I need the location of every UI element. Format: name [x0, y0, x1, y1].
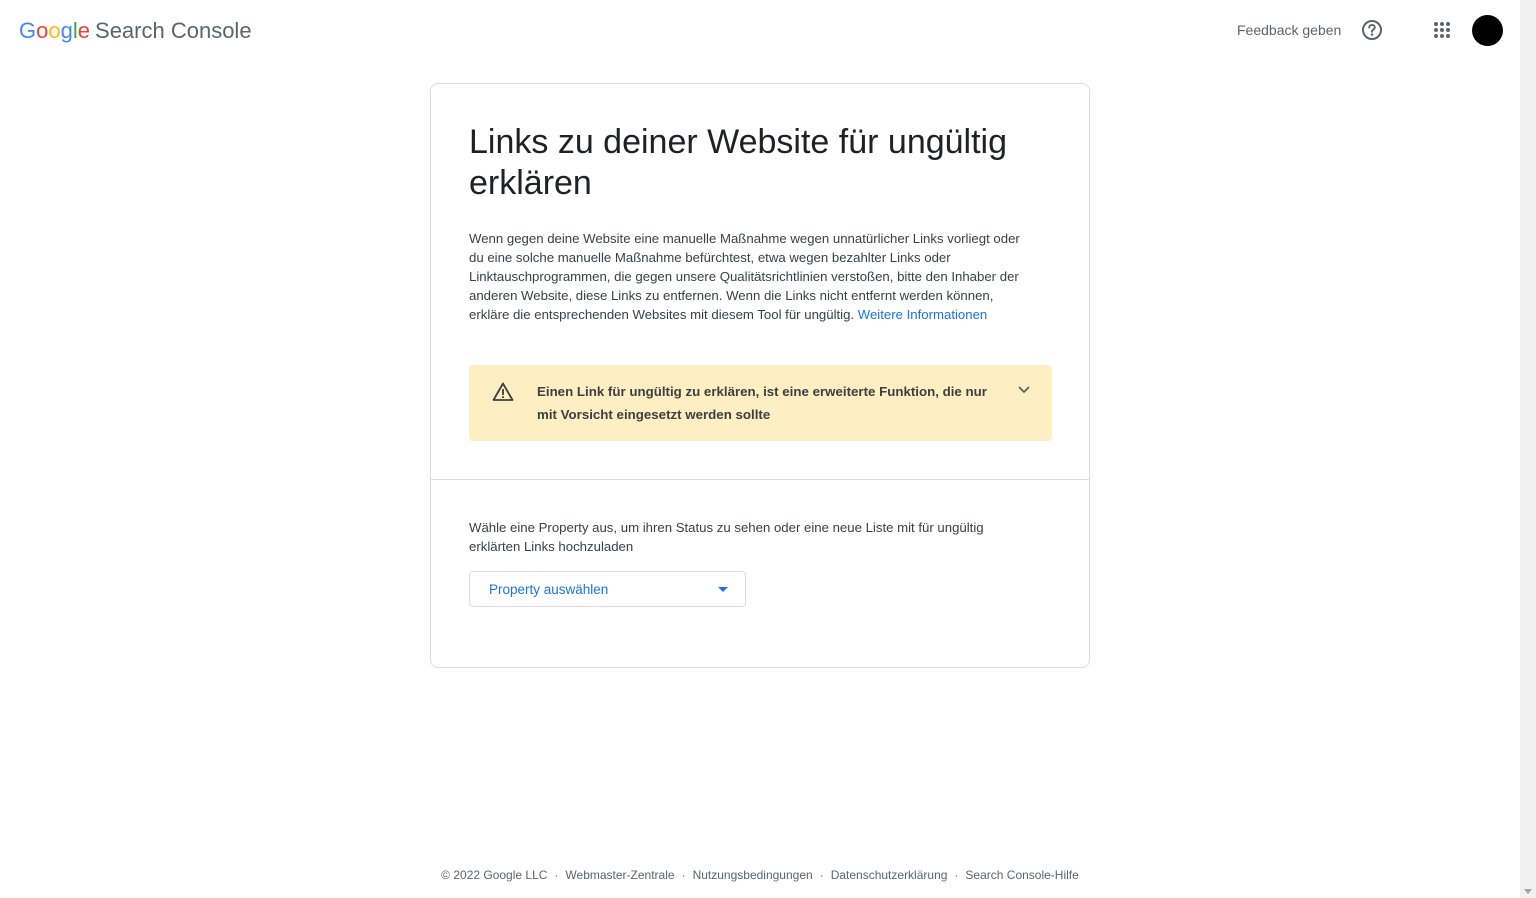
- learn-more-link[interactable]: Weitere Informationen: [858, 307, 988, 322]
- warning-text: Einen Link für ungültig zu erklären, ist…: [537, 384, 987, 422]
- footer-separator: ·: [554, 868, 559, 882]
- logo-letter: e: [77, 18, 91, 43]
- chevron-down-icon[interactable]: [1015, 381, 1033, 399]
- page-title: Links zu deiner Website für ungültig erk…: [469, 123, 1008, 202]
- logo-letter: G: [19, 18, 37, 43]
- logo-letter: o: [36, 18, 49, 43]
- dropdown-arrow-icon: [718, 587, 728, 592]
- footer-link-webmaster[interactable]: Webmaster-Zentrale: [565, 868, 674, 882]
- search-console-logo[interactable]: Google Search Console: [19, 17, 252, 45]
- warning-banner[interactable]: Einen Link für ungültig zu erklären, ist…: [469, 365, 1052, 441]
- logo-letter: g: [60, 18, 73, 43]
- footer-separator: ·: [954, 868, 959, 882]
- scroll-down-arrow-icon[interactable]: [1524, 889, 1532, 894]
- property-select-value: Property auswählen: [489, 582, 609, 597]
- account-avatar[interactable]: [1472, 15, 1503, 46]
- footer-link-privacy[interactable]: Datenschutzerklärung: [831, 868, 948, 882]
- vertical-scrollbar[interactable]: [1520, 0, 1536, 898]
- page: Google Search Console Feedback geben Link…: [0, 0, 1536, 898]
- logo-product-name: Search Console: [95, 18, 252, 43]
- apps-grid-icon[interactable]: [1431, 19, 1453, 41]
- footer-link-help[interactable]: Search Console-Hilfe: [965, 868, 1078, 882]
- feedback-button[interactable]: Feedback geben: [1237, 21, 1341, 39]
- description-text: Wenn gegen deine Website eine manuelle M…: [469, 229, 1021, 324]
- footer-copyright: © 2022 Google LLC: [441, 868, 548, 882]
- footer: © 2022 Google LLC · Webmaster-Zentrale · Nut…: [0, 867, 1520, 883]
- footer-separator: ·: [819, 868, 824, 882]
- footer-link-terms[interactable]: Nutzungsbedingungen: [693, 868, 813, 882]
- disavow-card: Links zu deiner Website für ungültig erk…: [430, 83, 1090, 668]
- logo-letter: o: [48, 18, 61, 43]
- section-divider: [431, 479, 1089, 480]
- help-circle-icon[interactable]: [1361, 19, 1383, 41]
- top-app-bar: Google Search Console Feedback geben: [0, 0, 1520, 62]
- warning-triangle-icon: [492, 381, 514, 403]
- property-prompt: Wähle eine Property aus, um ihren Status…: [469, 520, 984, 554]
- property-select[interactable]: Property auswählen: [469, 571, 746, 607]
- footer-separator: ·: [681, 868, 686, 882]
